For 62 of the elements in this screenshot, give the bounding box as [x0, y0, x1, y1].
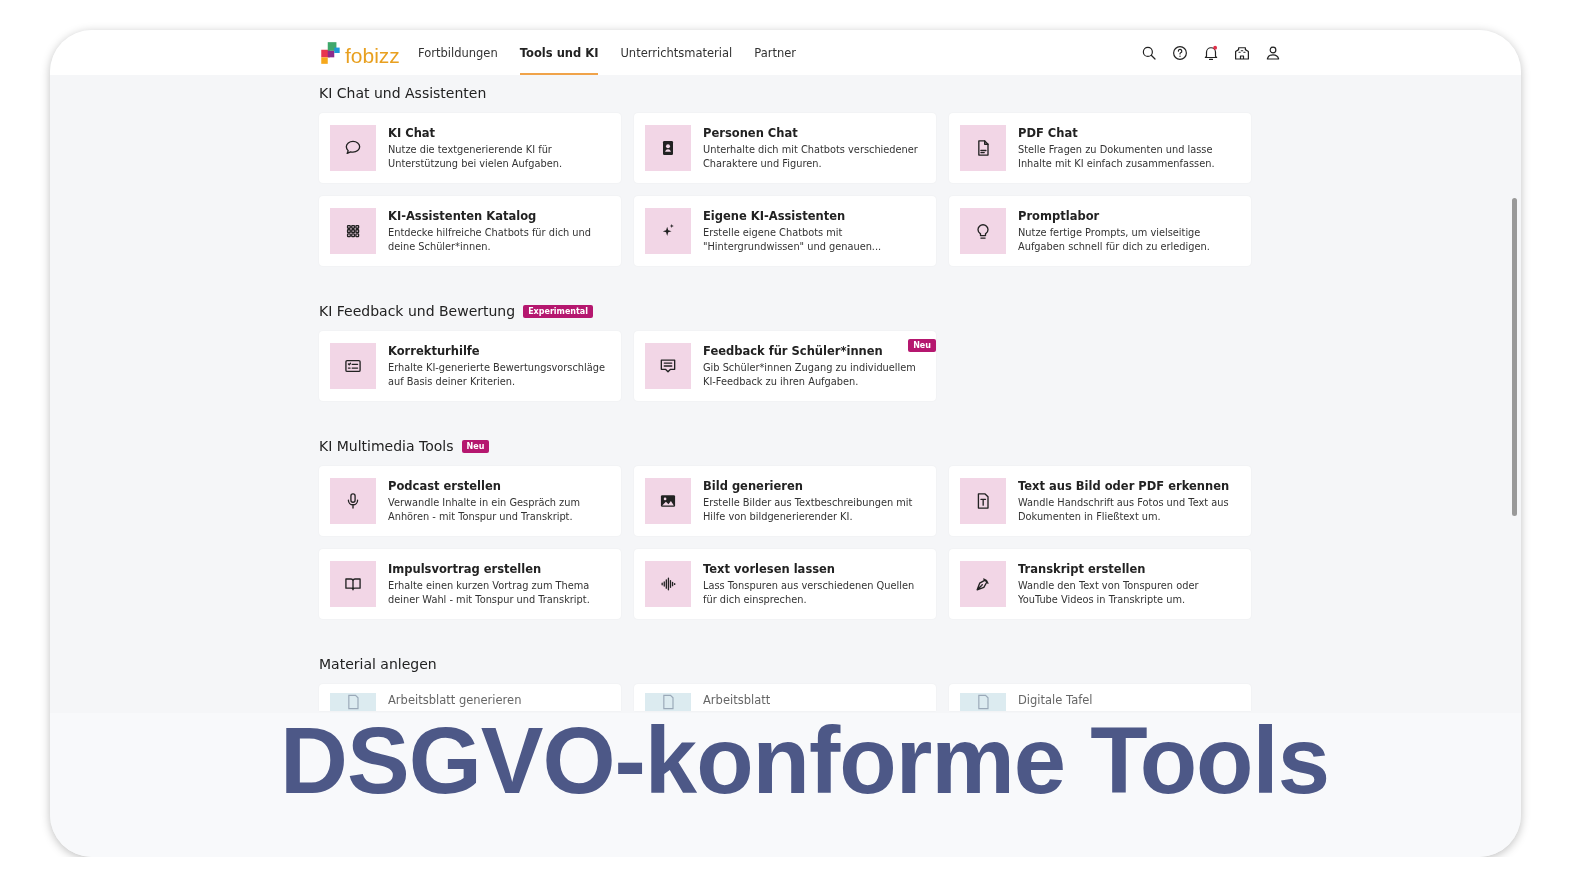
card-description: Erhalte einen kurzen Vortrag zum Thema deiner Wahl - mit Tonspur und Transkript.	[388, 578, 591, 607]
tool-card[interactable]: Promptlabor Nutze fertige Prompts, um vielseitige Aufgaben schnell für dich zu erledigen.	[949, 196, 1251, 266]
card-description: Lass Tonspuren aus verschiedenen Quellen für dich einsprechen.	[703, 578, 916, 607]
card-title: Personen Chat	[703, 125, 798, 140]
tool-card[interactable]: KI-Assistenten Katalog Entdecke hilfreiche Chatbots für dich und deine Schüler*innen.	[319, 196, 621, 266]
card-title: Text vorlesen lassen	[703, 561, 836, 576]
tool-card[interactable]: Transkript erstellen Wandle den Text von Tonspuren oder YouTube Videos in Transkripte um.	[949, 549, 1251, 619]
nav-tab[interactable]: Fortbildungen	[418, 30, 498, 75]
status-badge: Experimental	[523, 304, 593, 318]
card-description: Erstelle eigene Chatbots mit "Hintergrundwissen" und genauen...	[703, 225, 883, 254]
card-description: Wandle Handschrift aus Fotos und Text aus Dokumenten in Fließtext um.	[1018, 495, 1230, 524]
card-title: Bild generieren	[703, 478, 803, 493]
section-heading: KI Multimedia Tools	[319, 438, 454, 454]
tool-card[interactable]: KI Chat Nutze die textgenerierende KI für Unterstützung bei vielen Aufgaben.	[319, 113, 621, 183]
card-title: PDF Chat	[1018, 125, 1078, 140]
card-title: Podcast erstellen	[388, 478, 501, 493]
card-description: Nutze die textgenerierende KI für Unterstützung bei vielen Aufgaben.	[388, 142, 564, 171]
card-title: Eigene KI-Assistenten	[703, 208, 846, 223]
section-heading: KI Chat und Assistenten	[319, 85, 487, 101]
tool-card[interactable]: Impulsvortrag erstellen Erhalte einen kurzen Vortrag zum Thema deiner Wahl - mit Tonspur und Transkript.	[319, 549, 621, 619]
card-title: Arbeitsblatt generieren	[388, 693, 522, 707]
help-icon[interactable]	[1171, 43, 1190, 62]
tool-card[interactable]: Text aus Bild oder PDF erkennen Wandle Handschrift aus Fotos und Text aus Dokumenten in Fließtext um.	[949, 466, 1251, 536]
tool-card[interactable]: Feedback für Schüler*innen Gib Schüler*innen Zugang zu individuellem KI-Feedback zu ihren Aufgaben. Neu	[634, 331, 936, 401]
section-heading: KI Feedback und Bewertung	[319, 303, 516, 319]
nav-tab[interactable]: Partner	[754, 30, 797, 75]
card-title: Promptlabor	[1018, 208, 1100, 223]
tool-card[interactable]: Arbeitsblatt	[634, 684, 936, 711]
new-badge: Neu	[908, 339, 936, 352]
tool-card[interactable]: Personen Chat Unterhalte dich mit Chatbots verschiedener Charaktere und Figuren.	[634, 113, 936, 183]
card-description: Stelle Fragen zu Dokumenten und lasse Inhalte mit KI einfach zusammenfassen.	[1018, 142, 1216, 171]
card-description: Entdecke hilfreiche Chatbots für dich und deine Schüler*innen.	[388, 225, 592, 254]
scrollbar-thumb[interactable]	[1512, 198, 1517, 516]
nav-tab[interactable]: Tools und KI	[519, 30, 599, 75]
caption-text: DSGVO-konforme Tools	[280, 714, 1329, 808]
card-title: Digitale Tafel	[1018, 693, 1093, 707]
card-description: Nutze fertige Prompts, um vielseitige Aufgaben schnell für dich zu erledigen.	[1018, 225, 1211, 254]
status-badge: Neu	[461, 439, 490, 453]
card-description: Unterhalte dich mit Chatbots verschiedener Charaktere und Figuren.	[703, 142, 919, 171]
card-title: Korrekturhilfe	[388, 343, 480, 358]
card-title: Arbeitsblatt	[703, 693, 771, 707]
section-heading: Material anlegen	[319, 656, 437, 672]
tool-card[interactable]: Eigene KI-Assistenten Erstelle eigene Chatbots mit "Hintergrundwissen" und genauen...	[634, 196, 936, 266]
tool-card[interactable]: Korrekturhilfe Erhalte KI-generierte Bewertungsvorschläge auf Basis deiner Kriterien.	[319, 331, 621, 401]
tool-card[interactable]: Digitale Tafel	[949, 684, 1251, 711]
tool-card[interactable]: Arbeitsblatt generieren	[319, 684, 621, 711]
card-description: Gib Schüler*innen Zugang zu individuellem KI-Feedback zu ihren Aufgaben.	[703, 360, 917, 389]
card-description: Erstelle Bilder aus Textbeschreibungen mit Hilfe von bildgenerierender KI.	[703, 495, 914, 524]
card-title: Feedback für Schüler*innen	[703, 343, 883, 358]
card-title: Transkript erstellen	[1018, 561, 1146, 576]
card-title: Impulsvortrag erstellen	[388, 561, 542, 576]
tool-card[interactable]: Text vorlesen lassen Lass Tonspuren aus verschiedenen Quellen für dich einsprechen.	[634, 549, 936, 619]
tool-card[interactable]: Podcast erstellen Verwandle Inhalte in ein Gespräch zum Anhören - mit Tonspur und Transkript.	[319, 466, 621, 536]
card-title: KI-Assistenten Katalog	[388, 208, 537, 223]
card-description: Wandle den Text von Tonspuren oder YouTube Videos in Transkripte um.	[1018, 578, 1200, 607]
tool-card[interactable]: Bild generieren Erstelle Bilder aus Textbeschreibungen mit Hilfe von bildgenerierender KI.	[634, 466, 936, 536]
card-description: Erhalte KI-generierte Bewertungsvorschläge auf Basis deiner Kriterien.	[388, 360, 606, 389]
card-title: Text aus Bild oder PDF erkennen	[1018, 478, 1230, 493]
card-title: KI Chat	[388, 125, 436, 140]
tool-card[interactable]: PDF Chat Stelle Fragen zu Dokumenten und lasse Inhalte mit KI einfach zusammenfassen.	[949, 113, 1251, 183]
card-description: Verwandle Inhalte in ein Gespräch zum Anhören - mit Tonspur und Transkript.	[388, 495, 581, 524]
nav-tab[interactable]: Unterrichtsmaterial	[620, 30, 733, 75]
